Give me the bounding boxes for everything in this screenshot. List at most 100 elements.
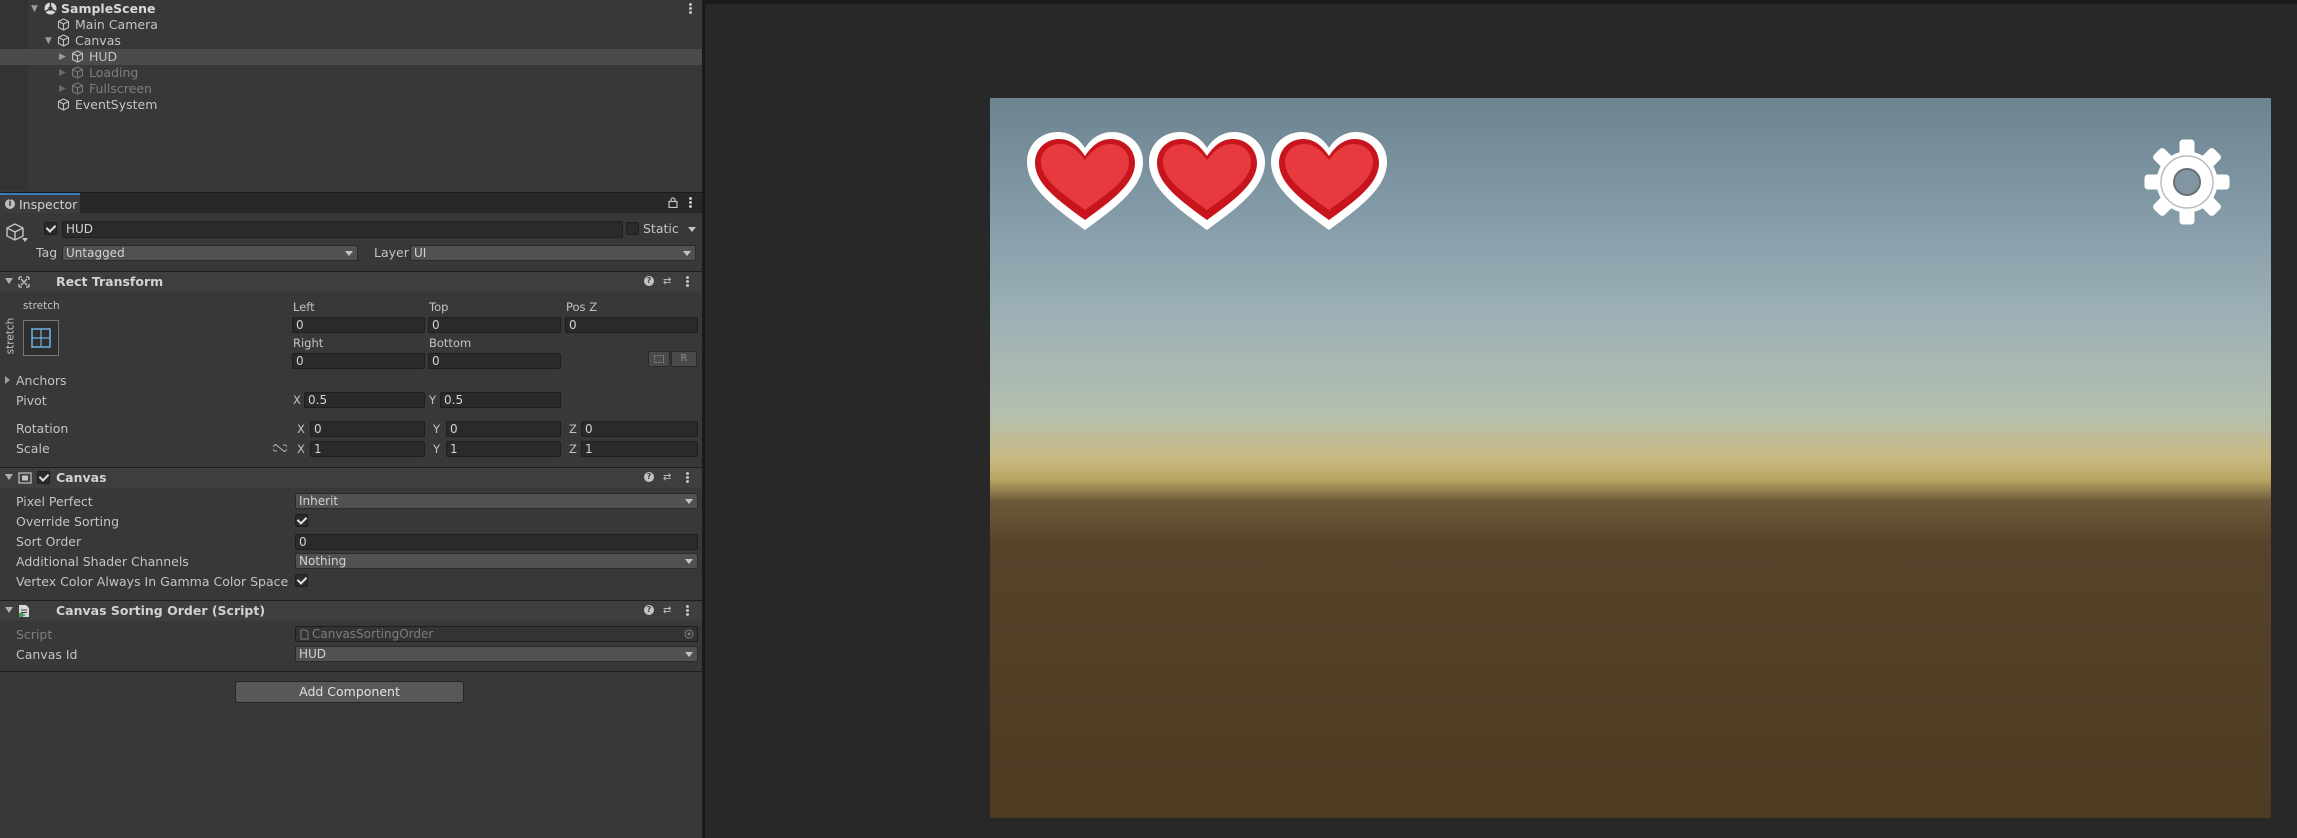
component-title: Canvas Sorting Order (Script) bbox=[56, 603, 266, 618]
icon-dropdown-arrow-icon[interactable] bbox=[22, 238, 28, 242]
hierarchy-item-scene[interactable]: ▼ SampleScene bbox=[0, 1, 702, 17]
inspector-menu-icon[interactable] bbox=[689, 196, 693, 210]
shader-channels-dropdown[interactable]: Nothing bbox=[295, 553, 698, 569]
layer-value: UI bbox=[414, 246, 427, 260]
vertex-color-checkbox[interactable] bbox=[295, 574, 308, 587]
scale-x-field[interactable]: 1 bbox=[310, 441, 425, 457]
hierarchy-item-eventsystem[interactable]: EventSystem bbox=[0, 97, 702, 113]
expand-arrow-icon[interactable]: ▼ bbox=[31, 1, 38, 17]
blueprint-icon bbox=[654, 355, 664, 363]
script-label: Script bbox=[16, 627, 53, 642]
static-checkbox[interactable] bbox=[626, 222, 639, 235]
component-title: Rect Transform bbox=[56, 274, 164, 289]
shader-channels-value: Nothing bbox=[299, 554, 347, 568]
vertex-color-label: Vertex Color Always In Gamma Color Space bbox=[16, 574, 289, 589]
top-field[interactable]: 0 bbox=[428, 317, 561, 333]
anchor-preset-button[interactable] bbox=[23, 320, 59, 356]
help-icon[interactable]: ? bbox=[644, 605, 654, 615]
active-checkbox[interactable] bbox=[44, 222, 57, 235]
canvas-enabled-checkbox[interactable] bbox=[37, 471, 50, 484]
static-label: Static bbox=[643, 221, 679, 236]
rotation-x-field[interactable]: 0 bbox=[310, 421, 425, 437]
anchors-fold-arrow-icon[interactable] bbox=[5, 376, 10, 384]
hierarchy-item-canvas[interactable]: ▼ Canvas bbox=[0, 33, 702, 49]
component-menu-icon[interactable] bbox=[686, 275, 690, 289]
chevron-down-icon bbox=[345, 251, 353, 256]
right-field[interactable]: 0 bbox=[292, 353, 425, 369]
hierarchy-item-label: Canvas bbox=[75, 33, 121, 48]
rect-transform-header[interactable]: Rect Transform ? ⇄ bbox=[0, 271, 702, 292]
anchor-preset-label: stretch bbox=[23, 300, 60, 312]
hierarchy-item-fullscreen[interactable]: ▶ Fullscreen bbox=[0, 81, 702, 97]
gameobject-cube-icon bbox=[57, 34, 70, 47]
left-label: Left bbox=[293, 300, 315, 314]
canvas-component-header[interactable]: Canvas ? ⇄ bbox=[0, 467, 702, 488]
rect-transform-icon bbox=[18, 276, 30, 288]
posz-field[interactable]: 0 bbox=[565, 317, 698, 333]
preset-sliders-icon[interactable]: ⇄ bbox=[663, 277, 671, 287]
gameobject-cube-icon bbox=[71, 82, 84, 95]
collapse-arrow-icon[interactable]: ▶ bbox=[59, 81, 66, 97]
game-view-top-border bbox=[705, 0, 2297, 4]
collapse-arrow-icon[interactable]: ▶ bbox=[59, 49, 66, 65]
pixel-perfect-dropdown[interactable]: Inherit bbox=[295, 493, 698, 509]
tab-inspector[interactable]: i Inspector bbox=[0, 193, 80, 213]
rotation-y-axis-label: Y bbox=[433, 422, 441, 436]
heart-icon bbox=[1149, 132, 1265, 230]
script-field: CanvasSortingOrder bbox=[295, 626, 698, 642]
anchors-label: Anchors bbox=[16, 373, 67, 388]
right-label: Right bbox=[293, 336, 324, 350]
add-component-button[interactable]: Add Component bbox=[235, 681, 464, 703]
layer-dropdown[interactable]: UI bbox=[410, 245, 696, 261]
expand-arrow-icon[interactable]: ▼ bbox=[45, 33, 52, 49]
hierarchy-item-hud[interactable]: ▶ HUD bbox=[0, 49, 702, 65]
constrain-proportions-icon[interactable] bbox=[273, 443, 287, 453]
left-field[interactable]: 0 bbox=[292, 317, 425, 333]
override-sorting-checkbox[interactable] bbox=[295, 514, 308, 527]
pivot-x-field[interactable]: 0.5 bbox=[304, 392, 425, 408]
tag-dropdown[interactable]: Untagged bbox=[62, 245, 358, 261]
help-icon[interactable]: ? bbox=[644, 276, 654, 286]
preset-sliders-icon[interactable]: ⇄ bbox=[663, 606, 671, 616]
chevron-down-icon bbox=[685, 652, 693, 657]
component-menu-icon[interactable] bbox=[686, 471, 690, 485]
chevron-down-icon bbox=[685, 499, 693, 504]
layer-label: Layer bbox=[374, 245, 409, 260]
script-icon bbox=[19, 605, 29, 617]
hierarchy-item-loading[interactable]: ▶ Loading bbox=[0, 65, 702, 81]
fold-arrow-icon[interactable] bbox=[5, 607, 13, 613]
anchor-preset-side-label: stretch bbox=[4, 317, 17, 355]
scale-z-field[interactable]: 1 bbox=[581, 441, 698, 457]
lock-icon[interactable] bbox=[668, 197, 678, 208]
scale-y-axis-label: Y bbox=[433, 442, 441, 456]
game-view[interactable] bbox=[990, 98, 2271, 818]
sort-order-field[interactable]: 0 bbox=[295, 534, 698, 550]
object-name-field[interactable]: HUD bbox=[62, 221, 623, 238]
hierarchy-item-label: Main Camera bbox=[75, 17, 158, 32]
hierarchy-item-label: HUD bbox=[89, 49, 118, 64]
component-menu-icon[interactable] bbox=[686, 604, 690, 618]
help-icon[interactable]: ? bbox=[644, 472, 654, 482]
scene-menu-icon[interactable] bbox=[689, 2, 693, 16]
sorting-script-header[interactable]: Canvas Sorting Order (Script) ? ⇄ bbox=[0, 600, 702, 621]
collapse-arrow-icon[interactable]: ▶ bbox=[59, 65, 66, 81]
settings-gear-icon[interactable] bbox=[2143, 138, 2231, 226]
script-value: CanvasSortingOrder bbox=[312, 627, 434, 641]
scale-x-axis-label: X bbox=[297, 442, 305, 456]
fold-arrow-icon[interactable] bbox=[5, 474, 13, 480]
fold-arrow-icon[interactable] bbox=[5, 278, 13, 284]
raw-edit-button[interactable]: R bbox=[671, 351, 697, 367]
bottom-field[interactable]: 0 bbox=[428, 353, 561, 369]
hierarchy-item-label: Fullscreen bbox=[89, 81, 152, 96]
canvas-id-dropdown[interactable]: HUD bbox=[295, 646, 698, 662]
preset-sliders-icon[interactable]: ⇄ bbox=[663, 473, 671, 483]
blueprint-mode-button[interactable] bbox=[648, 351, 670, 367]
rotation-y-field[interactable]: 0 bbox=[446, 421, 561, 437]
posz-label: Pos Z bbox=[566, 300, 598, 314]
static-dropdown-arrow-icon[interactable] bbox=[688, 227, 696, 232]
pivot-y-field[interactable]: 0.5 bbox=[440, 392, 561, 408]
hierarchy-item-main-camera[interactable]: Main Camera bbox=[0, 17, 702, 33]
rotation-z-field[interactable]: 0 bbox=[581, 421, 698, 437]
scale-y-field[interactable]: 1 bbox=[446, 441, 561, 457]
bottom-label: Bottom bbox=[429, 336, 472, 350]
